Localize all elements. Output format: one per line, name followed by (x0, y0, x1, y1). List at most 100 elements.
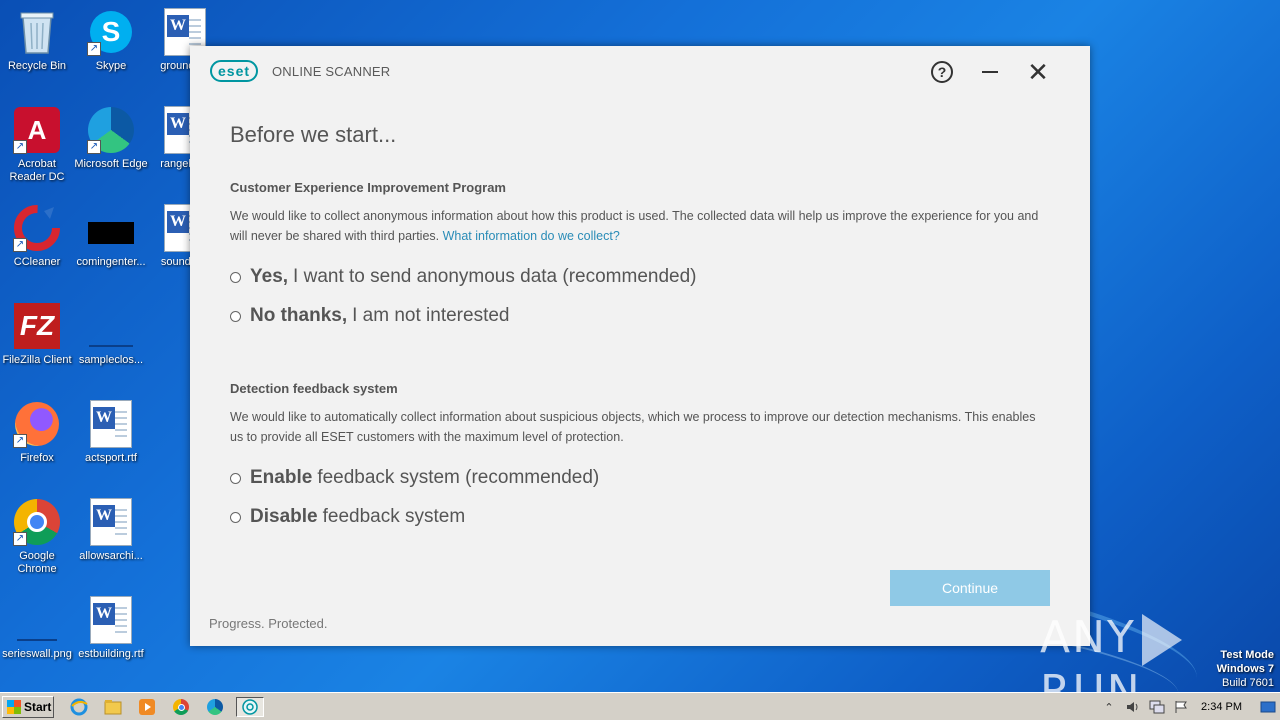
eset-online-scanner-dialog: eset ONLINE SCANNER ? ✕ Before we start.… (190, 46, 1090, 646)
test-mode-label: Test Mode (1220, 649, 1274, 661)
shortcut-arrow-icon: ↗ (13, 238, 27, 252)
option-bold-label: Yes, (250, 266, 289, 287)
desktop-icon-filezilla[interactable]: FZ FileZilla Client (0, 302, 74, 367)
continue-button[interactable]: Continue (890, 570, 1050, 606)
start-label: Start (24, 700, 52, 714)
radio-button[interactable] (230, 271, 241, 283)
desktop-icon-label: serieswall.png (2, 648, 72, 660)
skype-icon: S ↗ (87, 8, 135, 56)
desktop-icon-serieswall[interactable]: serieswall.png (0, 596, 74, 661)
action-center-flag-icon[interactable] (1172, 699, 1190, 715)
desktop-icon-label: Firefox (20, 452, 54, 464)
network-icon[interactable] (1148, 699, 1166, 715)
desktop-icon-label: Recycle Bin (7, 60, 67, 72)
desktop-icon-label: CCleaner (13, 256, 61, 268)
ceip-text: We would like to collect anonymous infor… (230, 209, 1039, 243)
word-document-icon: W (87, 400, 135, 448)
volume-icon[interactable] (1124, 699, 1142, 715)
desktop-icon-label: allowsarchi... (79, 550, 143, 562)
acrobat-icon: A ↗ (13, 106, 61, 154)
firefox-icon: ↗ (13, 400, 61, 448)
taskbar-ie-icon[interactable] (68, 697, 90, 717)
black-file-icon (87, 204, 135, 252)
taskbar-edge-icon[interactable] (204, 697, 226, 717)
desktop-icon-skype[interactable]: S ↗ Skype (74, 8, 148, 73)
option-bold-label: Disable (250, 506, 318, 527)
option-label: feedback system (322, 506, 466, 527)
shortcut-arrow-icon: ↗ (13, 532, 27, 546)
option-bold-label: No thanks, (250, 305, 348, 326)
shortcut-arrow-icon: ↗ (87, 42, 101, 56)
desktop-icon-firefox[interactable]: ↗ Firefox (0, 400, 74, 465)
radio-button[interactable] (230, 472, 241, 484)
desktop-icon-label: Microsoft Edge (74, 158, 148, 170)
desktop-icon-label: FileZilla Client (2, 354, 72, 366)
what-information-link[interactable]: What information do we collect? (443, 229, 620, 243)
desktop-icon-allowsarchi[interactable]: W allowsarchi... (74, 498, 148, 563)
desktop-icon-estbuilding[interactable]: W estbuilding.rtf (74, 596, 148, 661)
ceip-yes-option[interactable]: Yes, I want to send anonymous data (reco… (230, 266, 697, 288)
chrome-icon: ↗ (13, 498, 61, 546)
taskbar-media-player-icon[interactable] (136, 697, 158, 717)
taskbar-eset-icon[interactable] (236, 697, 264, 717)
eset-logo: eset (210, 60, 259, 82)
test-mode-notice: Test Mode Windows 7 Build 7601 (1217, 648, 1274, 690)
os-label: Windows 7 (1216, 663, 1274, 675)
shortcut-arrow-icon: ↗ (13, 434, 27, 448)
desktop-icon-chrome[interactable]: ↗ Google Chrome (0, 498, 74, 576)
image-file-icon (87, 302, 135, 350)
help-icon: ? (931, 61, 953, 83)
radio-button[interactable] (230, 511, 241, 523)
taskbar-chrome-icon[interactable] (170, 697, 192, 717)
desktop-icon-edge[interactable]: ↗ Microsoft Edge (74, 106, 148, 171)
watermark-text: ANY (1040, 612, 1136, 663)
option-bold-label: Enable (250, 467, 313, 488)
desktop-icon-label: estbuilding.rtf (78, 648, 144, 660)
taskbar-clock[interactable]: 2:34 PM (1201, 701, 1242, 713)
desktop-icon-label: comingenter... (76, 256, 146, 268)
ceip-description: We would like to collect anonymous infor… (230, 207, 1050, 246)
desktop-icon-label: Google Chrome (17, 550, 57, 575)
desktop-icon-comingenter[interactable]: comingenter... (74, 204, 148, 269)
feedback-description: We would like to automatically collect i… (230, 410, 1036, 444)
start-button[interactable]: Start (2, 696, 54, 718)
desktop-icon-label: Skype (95, 60, 127, 72)
ceip-heading: Customer Experience Improvement Program (230, 180, 506, 195)
minimize-icon (982, 71, 998, 73)
option-label: I am not interested (352, 305, 510, 326)
windows-logo-icon (7, 700, 21, 714)
close-icon: ✕ (1027, 57, 1049, 87)
show-hidden-icons-icon[interactable]: ⌃ (1100, 699, 1118, 715)
option-label: feedback system (recommended) (317, 467, 600, 488)
shortcut-arrow-icon: ↗ (87, 140, 101, 154)
taskbar-explorer-icon[interactable] (102, 697, 124, 717)
desktop-icon-ccleaner[interactable]: ↗ CCleaner (0, 204, 74, 269)
feedback-enable-option[interactable]: Enable feedback system (recommended) (230, 467, 599, 489)
feedback-disable-option[interactable]: Disable feedback system (230, 506, 465, 528)
filezilla-icon: FZ (13, 302, 61, 350)
recycle-bin-icon (13, 8, 61, 56)
help-button[interactable]: ? (928, 58, 956, 86)
footer-tagline: Progress. Protected. (209, 616, 328, 631)
taskbar: Start ⌃ 2:34 PM (0, 692, 1280, 720)
desktop-icon-label: sampleclos... (78, 354, 144, 366)
desktop-icon-recycle-bin[interactable]: Recycle Bin (0, 8, 74, 73)
minimize-button[interactable] (976, 58, 1004, 86)
radio-button[interactable] (230, 310, 241, 322)
close-button[interactable]: ✕ (1024, 58, 1052, 86)
desktop-icon-acrobat[interactable]: A ↗ Acrobat Reader DC (0, 106, 74, 184)
play-icon (1141, 614, 1182, 666)
show-desktop-icon[interactable] (1259, 699, 1277, 715)
desktop-icon-label: actsport.rtf (85, 452, 137, 464)
desktop-icon-sampleclos[interactable]: sampleclos... (74, 302, 148, 367)
word-document-icon: W (87, 498, 135, 546)
feedback-heading: Detection feedback system (230, 381, 398, 396)
system-tray: ⌃ 2:34 PM (1097, 695, 1280, 719)
desktop-icon-label: Acrobat Reader DC (9, 158, 65, 183)
ceip-no-option[interactable]: No thanks, I am not interested (230, 305, 510, 327)
ccleaner-icon: ↗ (13, 204, 61, 252)
word-document-icon: W (87, 596, 135, 644)
option-label: I want to send anonymous data (recommend… (293, 266, 697, 287)
image-file-icon (13, 596, 61, 644)
desktop-icon-actsport[interactable]: W actsport.rtf (74, 400, 148, 465)
